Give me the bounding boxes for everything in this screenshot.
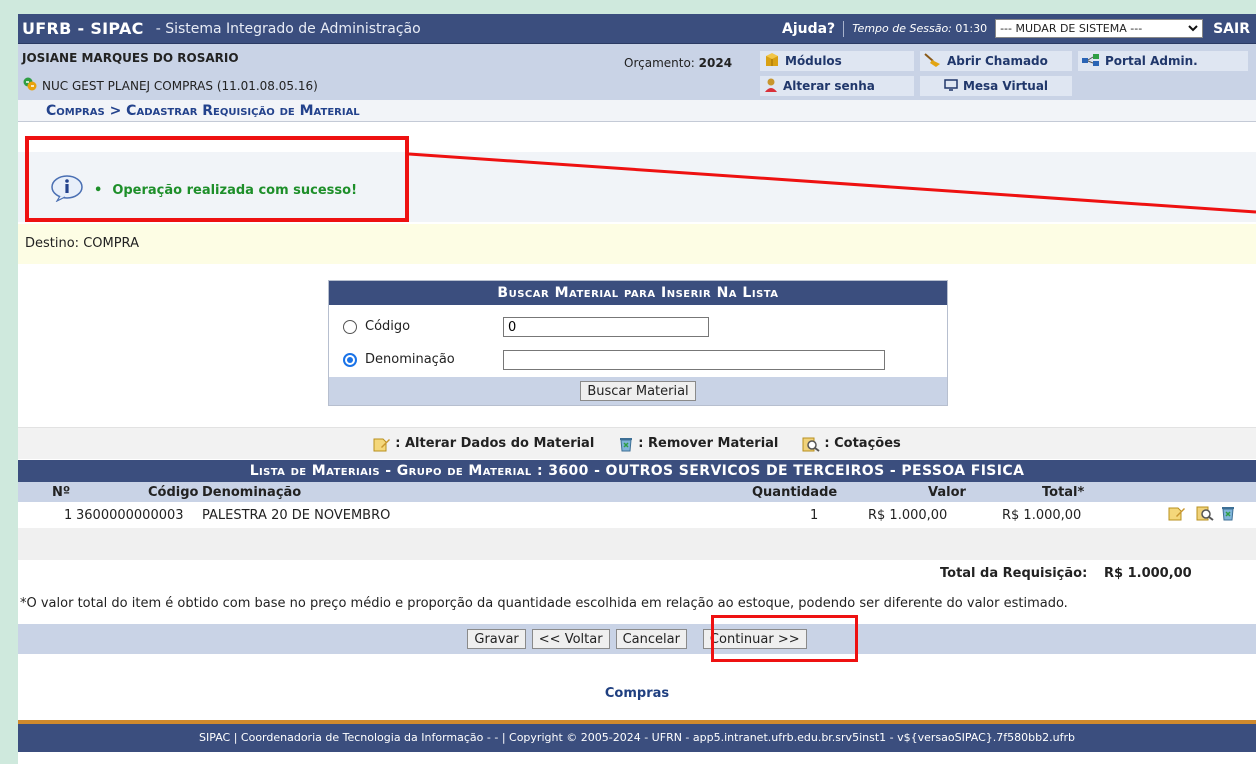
search-form-title: Buscar Material para Inserir Na Lista xyxy=(329,281,947,305)
footer: SIPAC | Coordenadoria de Tecnologia da I… xyxy=(18,720,1256,752)
denominacao-option[interactable]: Denominação xyxy=(343,352,455,367)
abrir-chamado-label: Abrir Chamado xyxy=(947,54,1048,68)
codigo-radio[interactable] xyxy=(343,319,357,334)
legend-remover: : Remover Material xyxy=(618,436,778,452)
row-codigo: 3600000000003 xyxy=(76,508,184,523)
buscar-material-button[interactable]: Buscar Material xyxy=(580,381,696,401)
session-time: 01:30 xyxy=(955,22,988,35)
legend-cotacoes: : Cotações xyxy=(802,436,901,452)
system-select[interactable]: --- MUDAR DE SISTEMA --- xyxy=(995,19,1204,38)
box-icon xyxy=(764,52,780,71)
col-num: Nº xyxy=(52,485,71,500)
denominacao-radio[interactable] xyxy=(343,352,357,367)
highlight-box-message xyxy=(25,136,409,222)
abrir-chamado-button[interactable]: Abrir Chamado xyxy=(920,51,1072,71)
total-value: R$ 1.000,00 xyxy=(1104,566,1192,581)
system-select-value: --- MUDAR DE SISTEMA --- xyxy=(1000,22,1143,35)
materials-table-header: Nº Código Denominação Quantidade Valor T… xyxy=(18,482,1256,502)
row-denominacao: PALESTRA 20 DE NOVEMBRO xyxy=(202,508,391,523)
search-material-form: Buscar Material para Inserir Na Lista Có… xyxy=(328,280,948,406)
alterar-senha-button[interactable]: Alterar senha xyxy=(760,76,914,96)
col-valor: Valor xyxy=(928,485,966,500)
app-brand[interactable]: UFRB - SIPAC xyxy=(18,19,144,38)
table-spacer xyxy=(18,528,1256,560)
total-note: *O valor total do item é obtido com base… xyxy=(20,596,1068,611)
legend-remover-label: : Remover Material xyxy=(638,436,779,451)
action-buttons: Gravar << Voltar Cancelar Continuar >> xyxy=(18,624,1256,654)
voltar-button[interactable]: << Voltar xyxy=(531,629,610,649)
user-key-icon xyxy=(764,77,778,96)
total-label: Total da Requisição: xyxy=(940,566,1088,581)
action-legend: : Alterar Dados do Material : Remover Ma… xyxy=(18,427,1256,459)
row-valor: R$ 1.000,00 xyxy=(868,508,948,523)
mesa-virtual-label: Mesa Virtual xyxy=(962,79,1049,93)
row-total: R$ 1.000,00 xyxy=(1002,508,1082,523)
budget-label: Orçamento: xyxy=(624,56,695,70)
modulos-button[interactable]: Módulos xyxy=(760,51,914,71)
user-name: JOSIANE MARQUES DO ROSARIO xyxy=(22,51,239,65)
row-remove-icon[interactable] xyxy=(1220,505,1236,525)
requisition-total: Total da Requisição: R$ 1.000,00 xyxy=(18,560,1256,590)
portal-admin-label: Portal Admin. xyxy=(1105,54,1198,68)
legend-cotacoes-label: : Cotações xyxy=(824,436,901,451)
modulos-label: Módulos xyxy=(785,54,842,68)
page: UFRB - SIPAC - Sistema Integrado de Admi… xyxy=(18,14,1256,764)
chevron-down-icon xyxy=(1188,22,1198,35)
cancelar-button[interactable]: Cancelar xyxy=(615,629,687,649)
denominacao-label: Denominação xyxy=(365,352,455,367)
row-edit-icon[interactable] xyxy=(1168,505,1186,525)
portal-admin-button[interactable]: Portal Admin. xyxy=(1078,51,1248,71)
breadcrumb: Compras > Cadastrar Requisição de Materi… xyxy=(18,100,1256,122)
user-unit[interactable]: NUC GEST PLANEJ COMPRAS (11.01.08.05.16) xyxy=(22,76,318,95)
system-name: - Sistema Integrado de Administração xyxy=(155,20,421,37)
gravar-button[interactable]: Gravar xyxy=(467,629,526,649)
denominacao-input[interactable] xyxy=(503,350,885,370)
table-row: 1 3600000000003 PALESTRA 20 DE NOVEMBRO … xyxy=(18,502,1256,528)
user-info-panel: JOSIANE MARQUES DO ROSARIO NUC GEST PLAN… xyxy=(18,44,1256,100)
help-link[interactable]: Ajuda? xyxy=(774,20,845,37)
destino-info: Destino: COMPRA xyxy=(18,224,1256,264)
legend-alterar-label: : Alterar Dados do Material xyxy=(395,436,595,451)
logout-link[interactable]: SAIR xyxy=(1213,21,1256,37)
codigo-option[interactable]: Código xyxy=(343,319,410,334)
top-bar: UFRB - SIPAC - Sistema Integrado de Admi… xyxy=(18,14,1256,44)
change-unit-icon[interactable] xyxy=(22,76,38,95)
budget-year: 2024 xyxy=(698,56,733,70)
row-quantidade: 1 xyxy=(810,508,819,523)
codigo-input[interactable] xyxy=(503,317,709,337)
user-unit-label: NUC GEST PLANEJ COMPRAS (11.01.08.05.16) xyxy=(42,78,318,93)
materials-table: Lista de Materiais - Grupo de Material :… xyxy=(18,460,1256,590)
row-cotacoes-icon[interactable] xyxy=(1196,505,1214,525)
legend-alterar: : Alterar Dados do Material xyxy=(373,436,594,452)
col-denominacao: Denominação xyxy=(202,485,302,500)
monitor-icon xyxy=(944,78,958,94)
trash-icon xyxy=(618,436,634,452)
col-quantidade: Quantidade xyxy=(752,485,838,500)
compras-link[interactable]: Compras xyxy=(18,686,1256,701)
row-num: 1 xyxy=(64,508,73,523)
network-icon xyxy=(1082,53,1100,70)
session-timer: Tempo de Sessão: 01:30 xyxy=(844,22,995,35)
col-codigo: Código xyxy=(148,485,199,500)
mesa-virtual-button[interactable]: Mesa Virtual xyxy=(920,76,1072,96)
col-total: Total* xyxy=(1042,485,1085,500)
search-form-footer: Buscar Material xyxy=(329,377,947,405)
broom-icon xyxy=(924,52,942,71)
session-label: Tempo de Sessão: xyxy=(852,22,952,35)
edit-icon xyxy=(373,436,391,452)
magnifier-icon xyxy=(802,436,820,452)
highlight-box-continuar xyxy=(711,615,858,662)
alterar-senha-label: Alterar senha xyxy=(783,79,875,93)
codigo-label: Código xyxy=(365,319,411,334)
materials-table-title: Lista de Materiais - Grupo de Material :… xyxy=(18,460,1256,482)
budget-info: Orçamento: 2024 xyxy=(624,56,732,70)
